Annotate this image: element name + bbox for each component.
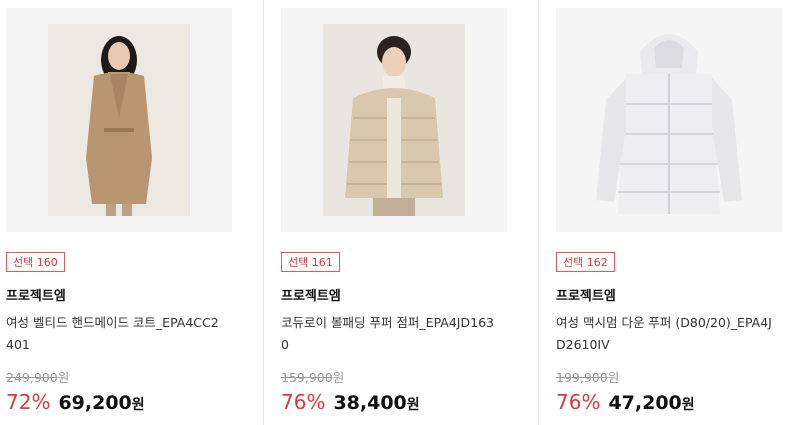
brand-name[interactable]: 프로젝트엠 xyxy=(6,285,66,304)
currency-unit: 원 xyxy=(57,370,70,385)
product-photo-white-down-puffer xyxy=(596,34,742,214)
currency-unit: 원 xyxy=(406,397,420,413)
product-card[interactable]: 선택 160 프로젝트엠 여성 벨티드 핸드메이드 코트_EPA4CC2 401… xyxy=(6,0,234,425)
original-price: 159,900원 xyxy=(281,367,344,386)
currency-unit: 원 xyxy=(332,370,345,385)
sale-price: 69,200 xyxy=(58,392,132,414)
product-name-line: 여성 맥시멈 다운 푸퍼 (D80/20)_EPA4J xyxy=(556,315,772,330)
currency-unit: 원 xyxy=(681,397,695,413)
product-card[interactable]: 선택 161 프로젝트엠 코듀로이 볼패딩 푸퍼 점퍼_EPA4JD163 0 … xyxy=(281,0,509,425)
discount-rate: 76% xyxy=(281,390,326,414)
currency-unit: 원 xyxy=(131,397,145,413)
price-row: 72% 69,200원 xyxy=(6,390,145,418)
product-name[interactable]: 여성 벨티드 핸드메이드 코트_EPA4CC2 401 xyxy=(6,312,234,356)
product-photo-corduroy-puffer-jacket xyxy=(323,24,465,216)
original-price-value: 199,900 xyxy=(556,370,608,385)
price-row: 76% 47,200원 xyxy=(556,390,695,418)
selection-badge: 선택 161 xyxy=(281,252,340,272)
product-name[interactable]: 코듀로이 볼패딩 푸퍼 점퍼_EPA4JD163 0 xyxy=(281,312,509,356)
product-name-line: D2610IV xyxy=(556,337,610,352)
brand-name[interactable]: 프로젝트엠 xyxy=(556,285,616,304)
original-price-value: 249,900 xyxy=(6,370,58,385)
product-name-line: 코듀로이 볼패딩 푸퍼 점퍼_EPA4JD163 xyxy=(281,315,494,330)
sale-price: 47,200 xyxy=(608,392,682,414)
product-card[interactable]: 선택 162 프로젝트엠 여성 맥시멈 다운 푸퍼 (D80/20)_EPA4J… xyxy=(556,0,784,425)
product-name-line: 여성 벨티드 핸드메이드 코트_EPA4CC2 xyxy=(6,315,219,330)
discount-rate: 76% xyxy=(556,390,601,414)
selection-badge: 선택 162 xyxy=(556,252,615,272)
column-divider xyxy=(263,0,264,425)
sale-price: 38,400 xyxy=(333,392,407,414)
column-divider xyxy=(538,0,539,425)
original-price: 249,900원 xyxy=(6,367,69,386)
product-name-line: 401 xyxy=(6,337,30,352)
brand-name[interactable]: 프로젝트엠 xyxy=(281,285,341,304)
original-price: 199,900원 xyxy=(556,367,619,386)
product-image[interactable] xyxy=(556,8,782,232)
product-photo-womens-camel-coat xyxy=(48,24,190,216)
selection-badge: 선택 160 xyxy=(6,252,65,272)
product-name-line: 0 xyxy=(281,337,289,352)
original-price-value: 159,900 xyxy=(281,370,333,385)
product-image[interactable] xyxy=(281,8,507,232)
discount-rate: 72% xyxy=(6,390,51,414)
currency-unit: 원 xyxy=(607,370,620,385)
product-image[interactable] xyxy=(6,8,232,232)
product-name[interactable]: 여성 맥시멈 다운 푸퍼 (D80/20)_EPA4J D2610IV xyxy=(556,312,784,356)
product-grid: 선택 160 프로젝트엠 여성 벨티드 핸드메이드 코트_EPA4CC2 401… xyxy=(0,0,797,425)
price-row: 76% 38,400원 xyxy=(281,390,420,418)
